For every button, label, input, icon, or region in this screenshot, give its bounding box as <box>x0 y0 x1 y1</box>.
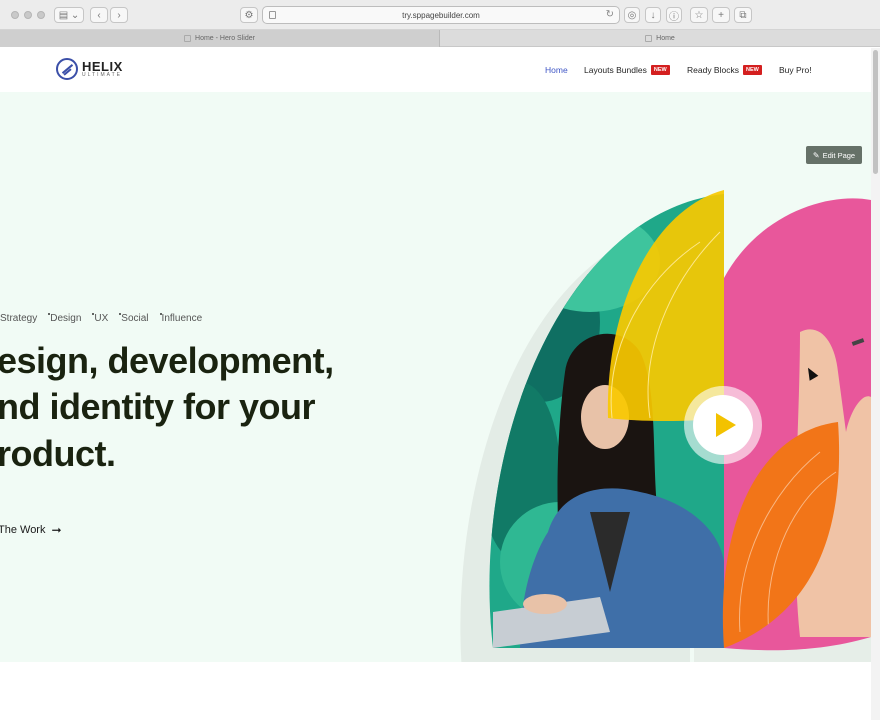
nav-buy-pro[interactable]: Buy Pro! <box>779 65 812 75</box>
privacy-icon[interactable]: ◎ <box>624 7 640 23</box>
site-header: HELIX ULTIMATE Home Layouts Bundles NEW … <box>0 48 871 92</box>
new-badge: NEW <box>742 65 762 75</box>
browser-toolbar: ▤ ⌄ ‹ › ⚙ try.sppagebuilder.com ↻ ◎ ↓ ⓘ … <box>0 0 880 30</box>
arrow-right-icon: ➞ <box>51 523 62 537</box>
tag-ux: UX <box>94 313 109 324</box>
nav-home-label: Home <box>545 65 568 75</box>
reload-icon[interactable]: ↻ <box>606 9 614 20</box>
see-work-link[interactable]: The Work ➞ <box>0 523 62 537</box>
new-badge: NEW <box>650 65 670 75</box>
nav-layouts-bundles-label: Layouts Bundles <box>584 65 647 75</box>
hero-headline-line-3: roduct. <box>0 433 116 474</box>
helix-logo-icon <box>56 58 78 80</box>
tab-title: Home - Hero Slider <box>195 35 255 42</box>
cta-label: The Work <box>0 524 46 536</box>
play-button-circle <box>693 395 753 455</box>
download-icon[interactable]: ↓ <box>645 7 661 23</box>
forward-icon[interactable]: › <box>110 7 128 23</box>
nav-ready-blocks[interactable]: Ready Blocks NEW <box>687 65 762 75</box>
favicon-icon <box>184 35 192 42</box>
scrollbar-thumb[interactable] <box>873 50 878 174</box>
play-icon <box>715 413 736 437</box>
tag-influence: Influence <box>161 313 203 324</box>
new-tab-icon[interactable]: + <box>712 7 730 23</box>
settings-icon[interactable]: ⚙ <box>240 7 258 23</box>
tag-design: Design <box>50 313 82 324</box>
zoom-window-icon[interactable] <box>37 11 45 19</box>
tab-home[interactable]: Home <box>440 30 880 47</box>
url-text: try.sppagebuilder.com <box>402 10 480 20</box>
nav-layouts-bundles[interactable]: Layouts Bundles NEW <box>584 65 670 75</box>
tab-hero-slider[interactable]: Home - Hero Slider <box>0 30 440 47</box>
web-page: HELIX ULTIMATE Home Layouts Bundles NEW … <box>0 48 871 720</box>
tag-strategy: Strategy <box>0 313 38 324</box>
site-logo[interactable]: HELIX ULTIMATE <box>56 58 123 80</box>
tab-title: Home <box>656 35 675 42</box>
page-lower-area <box>0 662 871 720</box>
play-video-button[interactable] <box>684 386 762 464</box>
tab-overview-icon[interactable]: ⧉ <box>734 7 752 23</box>
nav-buy-pro-label: Buy Pro! <box>779 65 812 75</box>
tab-bar: Home - Hero Slider Home <box>0 30 880 47</box>
page-icon <box>269 11 276 19</box>
hero-section: ✎ Edit Page Strategy Design UX Social In… <box>0 92 871 662</box>
close-window-icon[interactable] <box>11 11 19 19</box>
hero-headline-line-2: nd identity for your <box>0 386 316 427</box>
logo-tagline: ULTIMATE <box>82 72 122 78</box>
favicon-icon <box>645 35 653 42</box>
sidebar-toggle-icon[interactable]: ▤ ⌄ <box>54 7 84 23</box>
info-icon[interactable]: ⓘ <box>666 7 682 23</box>
service-tags: Strategy Design UX Social Influence <box>0 313 202 324</box>
tag-social: Social <box>121 313 149 324</box>
minimize-window-icon[interactable] <box>24 11 32 19</box>
edit-page-label: Edit Page <box>822 150 856 160</box>
hero-headline-line-1: esign, development, <box>0 340 334 381</box>
nav-ready-blocks-label: Ready Blocks <box>687 65 739 75</box>
pencil-square-icon: ✎ <box>812 150 820 160</box>
back-icon[interactable]: ‹ <box>90 7 108 23</box>
edit-page-button[interactable]: ✎ Edit Page <box>806 146 862 164</box>
address-bar[interactable]: try.sppagebuilder.com ↻ <box>262 6 620 24</box>
nav-home[interactable]: Home <box>545 65 568 75</box>
bookmark-star-icon[interactable]: ☆ <box>690 7 708 23</box>
